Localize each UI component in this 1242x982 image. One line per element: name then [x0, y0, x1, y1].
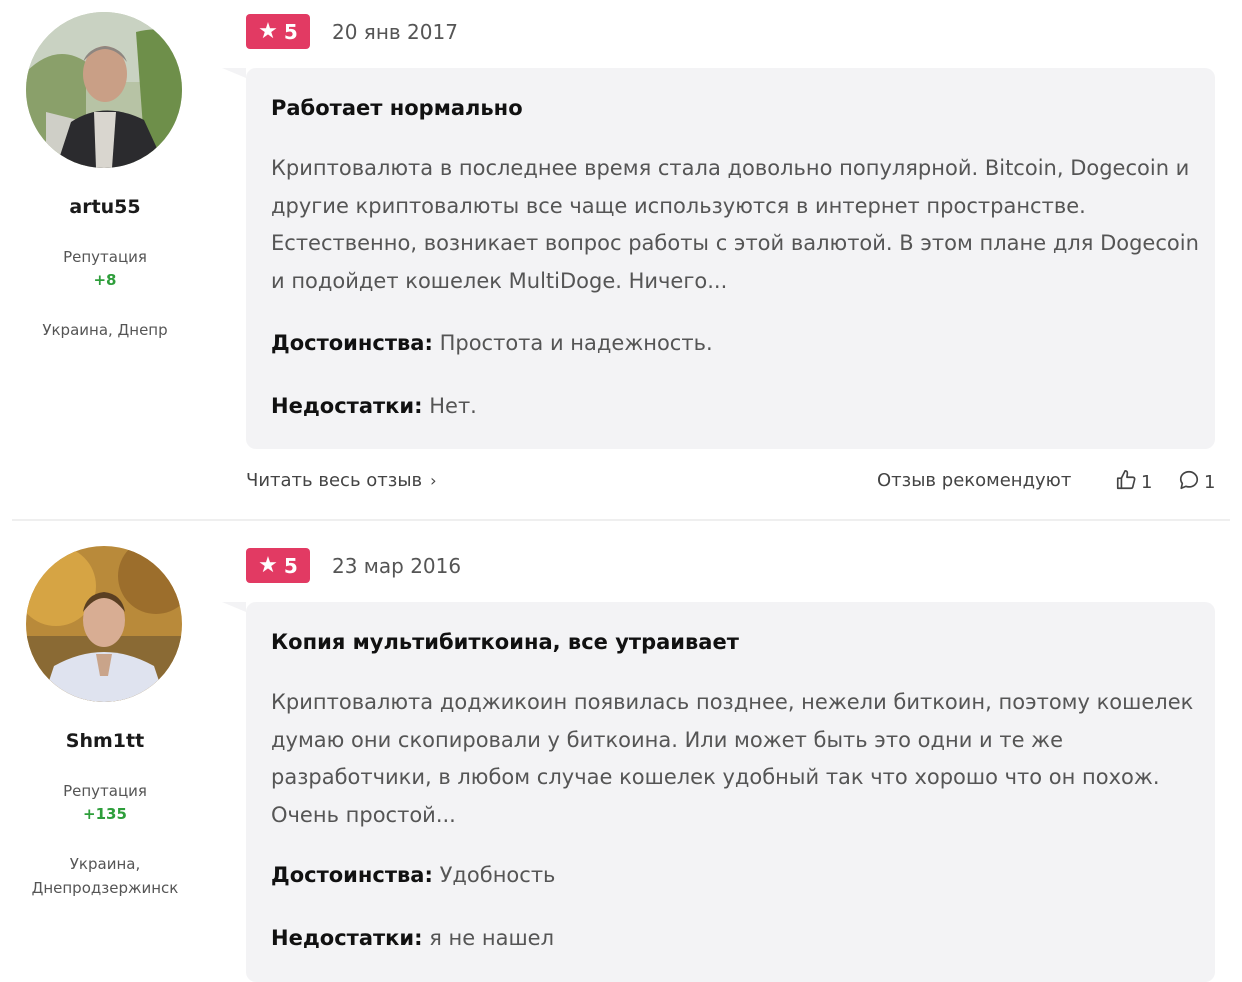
cons-text: Нет. — [429, 394, 477, 418]
review-text: Криптовалюта доджикоин появилась позднее… — [271, 690, 1194, 827]
rating-value: 5 — [283, 19, 298, 44]
review-pros: Достоинства: Удобность — [271, 863, 555, 887]
location-country: Украина, — [69, 855, 141, 873]
location-city: Днепродзержинск — [31, 879, 179, 897]
author-location: Украина, Днепр — [42, 321, 168, 339]
pros-text: Простота и надежность. — [439, 331, 713, 355]
review-footer: Читать весь отзыв › Отзыв рекомендуют 1 1 — [246, 470, 1216, 496]
read-more-link[interactable]: Читать весь отзыв › — [246, 470, 437, 491]
star-icon: ★ — [258, 18, 278, 44]
avatar[interactable] — [26, 12, 182, 168]
pros-text: Удобность — [439, 863, 556, 887]
review-content: Копия мультибиткоина, все утраивает Крип… — [222, 602, 1215, 982]
reputation-label: Репутация — [63, 782, 147, 800]
review-title[interactable]: Работает нормально — [271, 96, 523, 120]
review-card: Shm1tt Репутация +135 Украина, Днепродзе… — [0, 534, 1242, 982]
review-card: artu55 Репутация +8 Украина, Днепр ★ 5 2… — [0, 0, 1242, 520]
reputation-label: Репутация — [63, 248, 147, 266]
cons-label: Недостатки: — [271, 926, 423, 950]
rating-value: 5 — [283, 553, 298, 578]
cons-label: Недостатки: — [271, 394, 423, 418]
comment-count: 1 — [1204, 472, 1216, 493]
review-divider — [12, 519, 1230, 521]
thumbs-up-icon — [1115, 469, 1137, 496]
cons-text: я не нашел — [429, 926, 555, 950]
chevron-right-icon: › — [430, 471, 437, 490]
review-title[interactable]: Копия мультибиткоина, все утраивает — [271, 630, 739, 654]
rating-badge: ★ 5 — [246, 14, 310, 49]
reputation-value: +8 — [93, 271, 117, 289]
review-date: 20 янв 2017 — [332, 20, 458, 44]
star-icon: ★ — [258, 552, 278, 578]
like-button[interactable]: 1 — [1115, 469, 1152, 496]
review-date: 23 мар 2016 — [332, 554, 462, 578]
comments-button[interactable]: 1 — [1178, 469, 1215, 496]
review-pros: Достоинства: Простота и надежность. — [271, 331, 713, 355]
author-location: Украина, Днепродзержинск — [0, 852, 210, 900]
rating-badge: ★ 5 — [246, 548, 310, 583]
avatar[interactable] — [26, 546, 182, 702]
pros-label: Достоинства: — [271, 331, 433, 355]
review-cons: Недостатки: я не нашел — [271, 926, 554, 950]
comment-icon — [1178, 469, 1200, 496]
username[interactable]: artu55 — [0, 196, 210, 218]
review-text: Криптовалюта в последнее время стала дов… — [271, 156, 1199, 293]
review-cons: Недостатки: Нет. — [271, 394, 477, 418]
pros-label: Достоинства: — [271, 863, 433, 887]
like-count: 1 — [1141, 472, 1153, 493]
recommend-label: Отзыв рекомендуют — [877, 470, 1072, 491]
read-more-label: Читать весь отзыв — [246, 470, 423, 491]
review-content: Работает нормально Криптовалюта в послед… — [222, 68, 1215, 449]
username[interactable]: Shm1tt — [0, 730, 210, 752]
reputation-value: +135 — [83, 805, 127, 823]
